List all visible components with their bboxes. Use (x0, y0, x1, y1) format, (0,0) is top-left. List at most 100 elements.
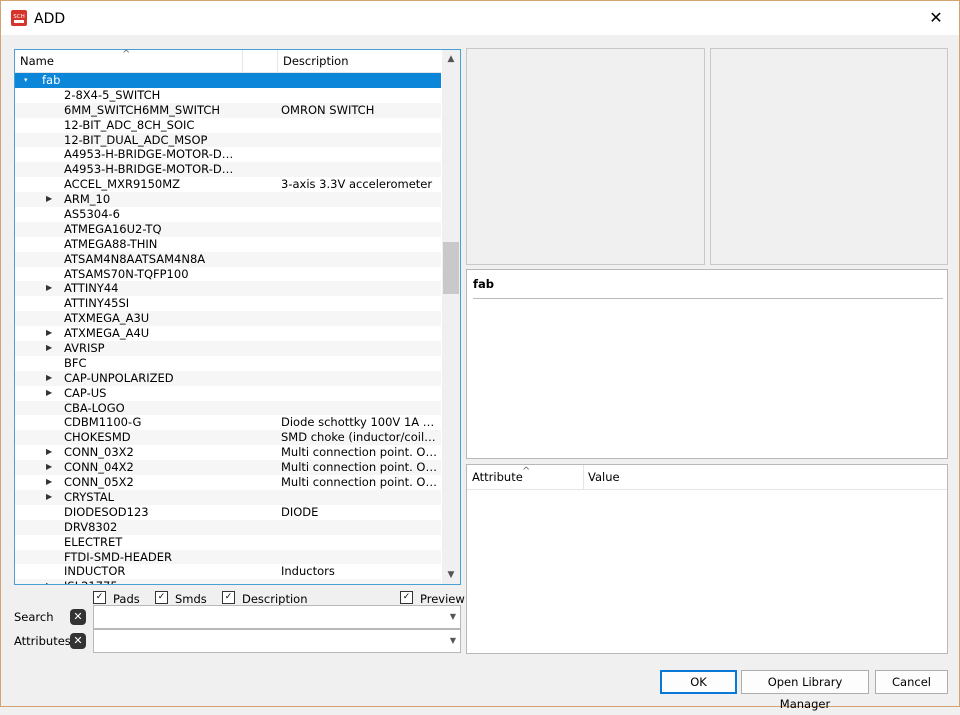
expand-arrow-icon[interactable]: ▶ (46, 281, 52, 296)
tree-row[interactable]: ▶ ATTINY44 (15, 281, 441, 297)
tree-row[interactable]: 2-8X4-5_SWITCH (15, 88, 441, 103)
tree-row[interactable]: ATMEGA16U2-TQ (15, 221, 441, 237)
clear-search-icon[interactable]: ✕ (70, 609, 86, 625)
tree-row[interactable]: ▶ CONN_04X2 Multi connection point. Ofte..… (15, 460, 441, 476)
attributes-input[interactable]: ▼ (93, 629, 461, 653)
column-header-description[interactable]: Description (278, 50, 441, 72)
tree-row-name: ATXMEGA_A3U (64, 311, 150, 326)
tree-row[interactable]: A4953-H-BRIDGE-MOTOR-DRIVER (15, 147, 441, 162)
sort-ascending-icon: ^ (522, 466, 531, 477)
tree-row-name: CDBM1100-G (64, 415, 142, 430)
tree-row-description: Multi connection point. Ofte... (281, 475, 439, 490)
tree-row-description: Diode schottky 100V 1A min... (281, 415, 439, 430)
tree-row-description: 3-axis 3.3V accelerometer (281, 177, 433, 192)
attribute-table[interactable]: Attribute ^ Value (466, 464, 948, 654)
column-header-description-label: Description (283, 54, 349, 68)
tree-row-description: DIODE (281, 504, 319, 519)
tree-row[interactable]: AS5304-6 (15, 207, 441, 222)
tree-row[interactable]: CHOKESMD SMD choke (inductor/coil) E... (15, 430, 441, 446)
tree-row-name: AVRISP (64, 341, 105, 356)
expand-arrow-icon[interactable]: ▶ (46, 371, 52, 386)
tree-row[interactable]: 6MM_SWITCH6MM_SWITCH OMRON SWITCH (15, 102, 441, 118)
tree-row-description: Multi connection point. Ofte... (281, 445, 439, 460)
expand-arrow-icon[interactable]: ▶ (46, 326, 52, 341)
tree-row[interactable]: FTDI-SMD-HEADER (15, 549, 441, 565)
tree-row-name: INDUCTOR (64, 564, 126, 579)
tree-row[interactable]: CBA-LOGO (15, 400, 441, 416)
description-divider (473, 298, 943, 299)
tree-row[interactable]: ATMEGA88-THIN (15, 237, 441, 252)
tree-row[interactable]: ▶ ATXMEGA_A4U (15, 326, 441, 341)
expand-arrow-icon[interactable]: ▶ (46, 341, 52, 356)
tree-row-name: CONN_05X2 (64, 475, 134, 490)
tree-row[interactable]: ▶ CAP-UNPOLARIZED (15, 370, 441, 386)
tree-row[interactable]: ▶ CRYSTAL (15, 489, 441, 505)
expand-arrow-icon[interactable]: ▶ (46, 460, 52, 475)
tree-row[interactable]: 12-BIT_DUAL_ADC_MSOP (15, 132, 441, 148)
expand-arrow-icon[interactable]: ▶ (46, 445, 52, 460)
expand-arrow-icon[interactable]: ▶ (46, 386, 52, 401)
tree-row[interactable]: ATXMEGA_A3U (15, 311, 441, 327)
tree-row[interactable]: ATTINY45SI (15, 296, 441, 311)
tree-row[interactable]: ▾ fab (15, 73, 441, 88)
tree-row[interactable]: ▶ CONN_05X2 Multi connection point. Ofte..… (15, 475, 441, 490)
tree-row[interactable]: A4953-H-BRIDGE-MOTOR-DRIV... (15, 162, 441, 178)
tree-row[interactable]: ▶ ARM_10 (15, 192, 441, 208)
tree-row-name: DRV8302 (64, 519, 118, 534)
tree-row[interactable]: BFC (15, 356, 441, 371)
tree-row[interactable]: ELECTRET (15, 535, 441, 550)
open-library-manager-button[interactable]: Open Library Manager (741, 670, 869, 711)
close-icon[interactable]: ✕ (913, 1, 959, 35)
tree-row[interactable]: ATSAMS70N-TQFP100 (15, 267, 441, 282)
scroll-up-icon[interactable]: ▲ (442, 50, 460, 68)
expand-arrow-icon[interactable]: ▶ (46, 490, 52, 505)
expand-arrow-icon[interactable]: ▶ (46, 579, 52, 584)
tree-row[interactable]: ▶ CAP-US (15, 386, 441, 401)
add-dialog: SCH ADD ✕ Name ^ Description ▾ fab 2-8X4-5… (0, 0, 960, 711)
tree-row-name: 12-BIT_DUAL_ADC_MSOP (64, 132, 208, 147)
tree-scrollbar[interactable]: ▲ ▼ (442, 50, 460, 584)
expand-arrow-icon[interactable]: ▶ (46, 475, 52, 490)
column-header-name[interactable]: Name ^ (15, 50, 242, 72)
column-header-value[interactable]: Value (583, 465, 620, 489)
tree-row[interactable]: DRV8302 (15, 519, 441, 535)
tree-row-name: FTDI-SMD-HEADER (64, 549, 172, 564)
tree-row[interactable]: INDUCTOR Inductors (15, 564, 441, 579)
clear-attributes-icon[interactable]: ✕ (70, 633, 86, 649)
column-header-name-label: Name (20, 54, 54, 68)
tree-row-name: ATXMEGA_A4U (64, 326, 150, 341)
scrollbar-thumb[interactable] (443, 242, 459, 294)
tree-row-name: CAP-US (64, 385, 107, 400)
checkmark-icon: ✓ (400, 591, 413, 604)
tree-row[interactable]: DIODESOD123 DIODE (15, 505, 441, 520)
tree-rows: ▾ fab 2-8X4-5_SWITCH 6MM_SWITCH6MM_SWITCH OM… (15, 73, 441, 584)
tree-row-description: OMRON SWITCH (281, 102, 375, 117)
column-header-attribute[interactable]: Attribute ^ (467, 465, 584, 489)
tree-row-name: CAP-UNPOLARIZED (64, 370, 174, 385)
tree-row[interactable]: ▶ CONN_03X2 Multi connection point. Ofte..… (15, 445, 441, 460)
tree-row-name: ATSAM4N8AATSAM4N8A (64, 251, 206, 266)
tree-row-description: Multi connection point. Ofte... (281, 460, 439, 475)
tree-row[interactable]: ▶ ISL21775 (15, 579, 441, 584)
library-tree[interactable]: Name ^ Description ▾ fab 2-8X4-5_SWITCH 6MM… (14, 49, 461, 585)
scroll-down-icon[interactable]: ▼ (442, 566, 460, 584)
filter-options: ✓ Pads ✓ Smds ✓ Description ✓ Preview (93, 590, 465, 606)
dropdown-arrow-icon[interactable]: ▼ (450, 606, 456, 628)
tree-row-name: DIODESOD123 (64, 504, 149, 519)
cancel-button[interactable]: Cancel (875, 670, 948, 694)
tree-row[interactable]: ACCEL_MXR9150MZ 3-axis 3.3V accelerometer (15, 177, 441, 192)
tree-row[interactable]: 12-BIT_ADC_8CH_SOIC (15, 118, 441, 133)
collapse-arrow-icon[interactable]: ▾ (24, 73, 28, 88)
column-header-spacer (242, 50, 278, 72)
tree-row-name: CBA-LOGO (64, 400, 125, 415)
tree-row[interactable]: CDBM1100-G Diode schottky 100V 1A min... (15, 415, 441, 430)
tree-row[interactable]: ▶ AVRISP (15, 341, 441, 356)
dropdown-arrow-icon[interactable]: ▼ (450, 630, 456, 652)
ok-button[interactable]: OK (660, 670, 737, 694)
svg-text:SCH: SCH (13, 14, 24, 20)
search-input[interactable]: ▼ (93, 605, 461, 629)
tree-row[interactable]: ATSAM4N8AATSAM4N8A (15, 251, 441, 267)
checkmark-icon: ✓ (93, 591, 106, 604)
attributes-label: Attributes (14, 634, 71, 648)
expand-arrow-icon[interactable]: ▶ (46, 192, 52, 207)
